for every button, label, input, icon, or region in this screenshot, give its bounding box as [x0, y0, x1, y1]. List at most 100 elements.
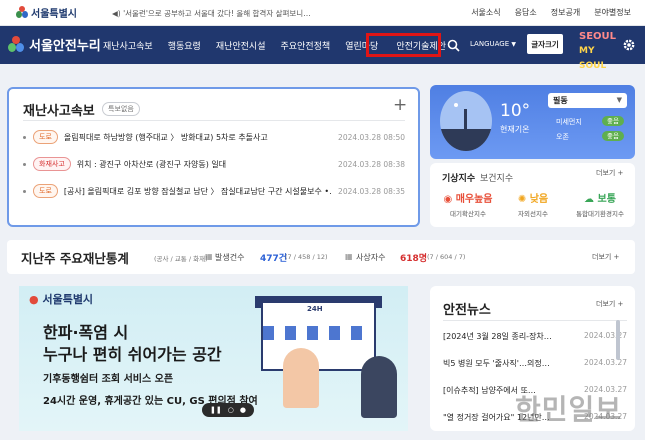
bullet-icon	[23, 135, 26, 139]
seoul-my-soul-logo: SEOUL MY SOUL	[579, 29, 621, 71]
disaster-news-card: 재난사고속보 특보없음 + 도로 올림픽대로 하남방향 (행주대교 〉 방화대교…	[7, 87, 420, 227]
ozone-label: 오존	[556, 133, 569, 141]
seoul-tower-icon	[464, 109, 467, 131]
store-sign: 24H	[307, 305, 323, 313]
disaster-news-title: 재난사고속보	[23, 104, 95, 119]
stats-title: 지난주 주요재난통계	[21, 251, 129, 266]
news-item[interactable]: 빅5 병원 모두 '줄사직'…의정… 2024.03.27	[443, 358, 627, 369]
news-item-date: 2024.03.27	[584, 358, 627, 367]
bullet-icon	[23, 162, 26, 166]
fine-dust-label: 미세먼지	[556, 118, 582, 126]
divider	[443, 320, 627, 321]
seoul-city-logo[interactable]: 서울특별시	[16, 5, 77, 20]
divider	[23, 120, 405, 121]
banner-slider-controls[interactable]: ❚❚ ○ ●	[202, 403, 254, 417]
news-item[interactable]: [2024년 3월 28일 종리-장차… 2024.03.27	[443, 331, 627, 342]
people-icon: ▦	[345, 252, 353, 261]
more-link[interactable]: 더보기 +	[596, 168, 623, 178]
news-ticker[interactable]: ◀) '서울런'으로 공부하고 서울대 갔다! 올해 합격자 살펴보니…	[112, 8, 311, 19]
chevron-down-icon: ▼	[616, 96, 622, 104]
seoul-city-logo-text: 서울특별시	[31, 9, 77, 20]
safety-logo-icon	[8, 36, 24, 53]
safety-nuri-logo-text: 서울안전누리	[29, 39, 101, 54]
language-label: LANGUAGE	[470, 40, 510, 48]
top-links: 서울소식 응답소 정보공개 분야별정보	[471, 7, 631, 18]
top-link-seoul-news[interactable]: 서울소식	[471, 7, 500, 18]
plus-icon[interactable]: +	[393, 95, 407, 115]
casualty-detail: (7 / 604 / 7)	[427, 253, 466, 261]
main-nav-bar: 서울안전누리 재난사고속보 행동요령 재난안전시설 주요안전정책 열린마당 안전…	[0, 26, 645, 71]
wind-icon: ◉	[443, 194, 453, 205]
cloud-icon: ☁	[584, 194, 595, 205]
road-tag: 도로	[33, 184, 58, 198]
banner-subtitle-1: 기후동행쉼터 조회 서비스 오픈	[43, 374, 174, 385]
person-hot-illustration	[283, 348, 319, 408]
disaster-item-text: 위치 : 광진구 아차산로 (광진구 자양동) 일대	[76, 159, 227, 169]
weather-card: 10° 현재기온 필동 ▼ 미세먼지 좋음 오존 좋음	[430, 85, 635, 159]
district-select[interactable]: 필동 ▼	[548, 93, 627, 108]
seoul-logo-icon: ●	[29, 293, 39, 306]
search-icon[interactable]	[447, 37, 460, 56]
language-selector[interactable]: LANGUAGE ▼	[470, 40, 516, 48]
casualty-label: 사상자수	[356, 253, 386, 262]
stats-category: (공사 / 교통 / 화재)	[154, 255, 208, 263]
disaster-item-text: 올림픽대로 하남방향 (행주대교 〉 방화대교) 5차로 추돌사고	[63, 132, 268, 142]
occurrence-detail: (7 / 458 / 12)	[285, 253, 328, 261]
casualty-value: 618명	[400, 254, 428, 264]
nav-item-disaster-news[interactable]: 재난사고속보	[103, 39, 153, 52]
news-item-title: 빅5 병원 모두 '줄사직'…의정…	[443, 359, 550, 368]
sun-icon: ✺	[517, 194, 527, 205]
news-scrollbar[interactable]	[616, 320, 620, 360]
more-link[interactable]: 더보기 +	[596, 299, 623, 309]
atmospheric-diffusion-index: ◉ 매우높음 대기확산지수	[438, 190, 498, 218]
news-item-date: 2024.03.27	[584, 331, 627, 340]
disaster-item[interactable]: 도로 [공사] 올림픽대로 김포 방향 잠실철교 남단 〉 잠실대교남단 구간 …	[23, 184, 405, 198]
index-value: 보통	[597, 194, 616, 205]
top-link-info-disclosure[interactable]: 정보공개	[551, 7, 580, 18]
index-value: 낮음	[529, 194, 549, 205]
tech-proposal-highlight-box	[366, 33, 441, 57]
banner-seoul-logo: ● 서울특별시	[29, 291, 93, 307]
seoul-logo-icon	[16, 6, 28, 19]
banner-title-line-2: 누구나 편히 쉬어가는 공간	[43, 345, 222, 364]
top-utility-bar: 서울특별시 ◀) '서울런'으로 공부하고 서울대 갔다! 올해 합격자 살펴보…	[0, 0, 645, 26]
air-quality-index: ☁ 보통 통합대기환경지수	[568, 190, 632, 218]
disaster-item[interactable]: 도로 올림픽대로 하남방향 (행주대교 〉 방화대교) 5차로 추돌사고 202…	[23, 130, 405, 144]
ozone-status: 좋음	[602, 131, 624, 141]
main-banner[interactable]: ● 서울특별시 한파·폭염 시 누구나 편히 쉬어가는 공간 기후동행쉼터 조회…	[19, 286, 408, 431]
index-value: 매우높음	[455, 194, 493, 205]
weather-index-title: 기상지수	[442, 174, 476, 184]
nav-item-action-guide[interactable]: 행동요령	[168, 39, 201, 52]
more-link[interactable]: 더보기 +	[592, 252, 619, 262]
nav-item-safety-policy[interactable]: 주요안전정책	[281, 39, 331, 52]
fine-dust-status: 좋음	[602, 116, 624, 126]
health-index-title: 보건지수	[480, 174, 514, 184]
watermark: 한민일보	[515, 393, 623, 426]
gear-icon[interactable]	[622, 37, 636, 56]
font-size-button[interactable]: 글자크기	[527, 34, 563, 54]
bullet-icon	[23, 189, 26, 193]
disaster-item[interactable]: 화재사고 위치 : 광진구 아차산로 (광진구 자양동) 일대 2024.03.…	[23, 157, 405, 171]
weather-illustration	[440, 91, 492, 151]
top-link-eungdapso[interactable]: 응답소	[515, 7, 537, 18]
brand-line-2: MY SOUL	[579, 46, 607, 71]
disaster-item-date: 2024.03.28 08:50	[338, 132, 405, 142]
slide-dot[interactable]: ○	[228, 406, 234, 414]
fire-tag: 화재사고	[33, 157, 71, 171]
calendar-icon: ▦	[205, 252, 213, 261]
index-label: 통합대기환경지수	[576, 210, 624, 218]
weather-index-card: 기상지수 보건지수 더보기 + ◉ 매우높음 대기확산지수 ✺ 낮음 자외선지수…	[430, 163, 635, 227]
slide-dot-active[interactable]: ●	[240, 406, 246, 414]
nav-item-safety-facilities[interactable]: 재난안전시설	[216, 39, 266, 52]
top-link-field-info[interactable]: 분야별정보	[594, 7, 631, 18]
safety-nuri-logo[interactable]: 서울안전누리	[8, 35, 101, 54]
occurrence-value: 477건	[260, 254, 288, 264]
current-temp-label: 현재기온	[500, 125, 530, 134]
disaster-item-date: 2024.03.28 08:38	[338, 159, 405, 169]
pause-icon[interactable]: ❚❚	[210, 406, 222, 414]
store-awning	[263, 326, 373, 340]
uv-index: ✺ 낮음 자외선지수	[504, 190, 562, 218]
current-temperature: 10°	[500, 101, 531, 121]
city-skyline-icon	[440, 129, 492, 151]
weekly-disaster-stats: 지난주 주요재난통계 (공사 / 교통 / 화재) ▦ 발생건수 477건 (7…	[7, 240, 635, 274]
